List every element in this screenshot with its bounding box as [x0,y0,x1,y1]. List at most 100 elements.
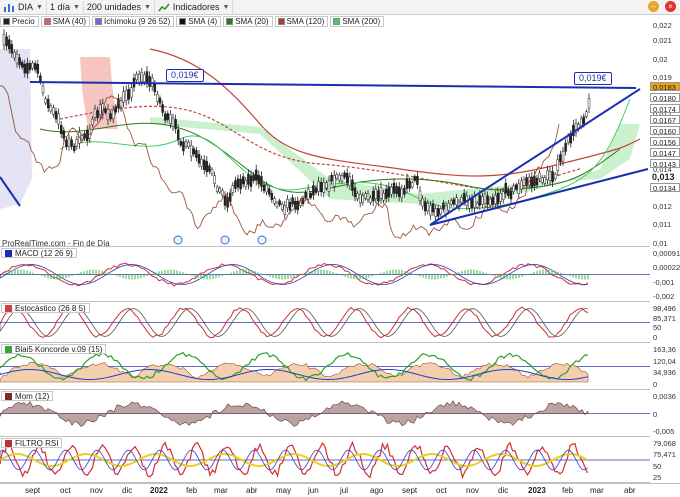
price-candle [156,94,159,102]
time-axis-label: feb [186,486,198,495]
indicators-button[interactable]: Indicadores ▼ [155,0,234,14]
price-candle [254,169,258,181]
legend-item[interactable]: Ichimoku (9 26 52) [92,16,175,27]
price-candle [283,205,287,215]
legend-item[interactable]: SMA (200) [330,16,385,27]
chevron-down-icon: ▼ [222,3,230,11]
price-candle [452,199,456,205]
price-candle [104,108,107,113]
legend-swatch [277,18,285,25]
indicator-legend: Precio SMA (40) Ichimoku (9 26 52) SMA (4) S… [0,16,385,28]
price-candle [75,139,79,147]
price-candle [525,177,528,185]
price-candle [33,63,37,70]
price-tag: 0,0167 [650,115,680,124]
price-candle [91,118,94,126]
price-candle [304,192,307,199]
indicator-axis-tick: 120,04 [653,356,676,366]
legend-item[interactable]: SMA (4) [176,16,222,27]
price-panel[interactable]: ProRealTime.com - Fin de Día 0,019€ 0,01… [0,29,650,248]
price-candle [130,87,133,98]
price-candle [174,119,177,130]
legend-item[interactable]: SMA (20) [223,16,273,27]
price-candle [364,193,367,199]
indicator-chart [0,440,650,480]
time-axis-label: nov [90,486,103,495]
price-candle [234,180,237,189]
price-axis-tick: 0,019 [653,73,672,83]
price-candle [161,104,164,113]
indicator-axis: 163,36 120,04 34,936 0 [650,343,680,390]
legend-item[interactable]: SMA (40) [40,16,91,27]
price-candle [267,188,271,195]
indicator-label: Mom (12) [15,391,50,401]
indicator-axis: 79,068 75,471 50 25 [650,437,680,483]
price-candle [582,116,586,125]
price-candle [488,198,492,206]
price-candle [291,197,294,205]
indicator-axis-tick: 75,471 [653,450,676,460]
price-candle [260,176,263,187]
price-candle [356,193,359,199]
legend-item[interactable]: Precio [0,16,39,27]
price-candle [26,62,29,74]
price-candle [286,199,289,209]
indicator-axis-tick: -0,005 [653,427,675,436]
price-candle [182,141,185,152]
price-candle [585,111,588,117]
price-candle [257,174,261,185]
symbol-selector[interactable]: DIA ▼ [0,0,47,14]
indicator-panel[interactable]: FILTRO RSI [0,437,650,483]
price-candle [52,107,55,115]
indicator-panel[interactable]: Mom (12) [0,390,650,437]
price-candle [416,175,419,185]
time-axis-label: abr [624,486,636,495]
chevron-down-icon: ▼ [143,3,151,11]
price-candle [31,62,34,69]
time-axis-label: feb [562,486,574,495]
price-candle [403,187,406,195]
indicator-label: Blai5 Koncorde v.09 (15) [15,344,103,354]
price-candle [486,195,489,205]
price-candle [462,192,466,202]
indicator-panel[interactable]: Estocástico (26 8 5) [0,302,650,343]
price-candle [546,170,549,181]
indicator-axis-tick: 85,371 [653,313,676,323]
indicator-title: Estocástico (26 8 5) [1,303,90,313]
indicator-panel[interactable]: Blai5 Koncorde v.09 (15) [0,343,650,390]
price-candle [80,135,84,141]
timeframe-selector[interactable]: 1 día ▼ [47,0,84,14]
price-candle [10,44,14,54]
price-axis-tick: 0,022 [653,21,672,30]
price-candle [327,180,331,192]
minimize-button[interactable]: – [648,1,659,12]
units-selector[interactable]: 200 unidades ▼ [84,0,155,14]
price-candle [478,194,482,206]
price-candle [330,174,333,182]
price-candle [569,134,573,144]
price-candle [252,174,255,181]
price-candle [114,106,118,113]
legend-swatch [95,18,103,25]
price-candle [351,179,354,191]
indicator-swatch [5,392,12,400]
indicator-panel[interactable]: MACD (12 26 9) [0,247,650,302]
price-candle [369,197,372,203]
price-candle [124,90,128,101]
price-candle [384,188,388,199]
timeframe-label: 1 día [49,2,70,12]
price-candle [434,208,437,217]
price-tag: 0,0156 [650,137,680,146]
close-button[interactable]: × [665,1,676,12]
chevron-down-icon: ▼ [36,3,43,11]
price-candle [421,198,424,207]
price-candle [65,139,68,147]
chart-icon [4,3,14,12]
legend-item[interactable]: SMA (120) [274,16,329,27]
price-candle [494,194,497,205]
price-axis-tick: 0,021 [653,36,672,46]
price-candle [62,130,66,139]
sma-120-line [149,48,641,177]
price-candle [109,113,112,120]
price-candle [54,111,58,120]
